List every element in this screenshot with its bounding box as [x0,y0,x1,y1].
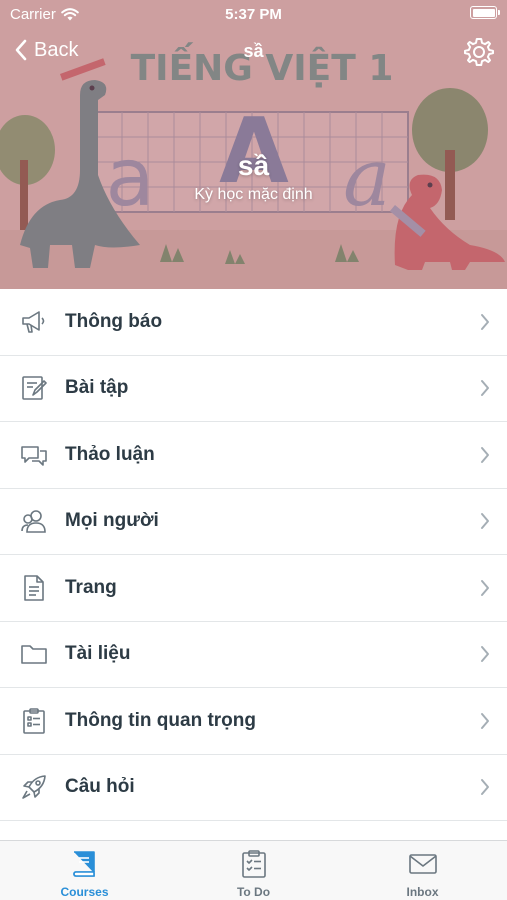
gear-icon[interactable] [463,36,495,68]
menu-item-label: Mọi người [65,510,159,532]
menu-item-label: Thông tin quan trọng [65,709,257,731]
chevron-left-icon [15,39,27,61]
menu-item-label: Thông báo [65,310,163,332]
menu-item-files[interactable]: Tài liệu [0,621,507,688]
menu-item-announcements[interactable]: Thông báo [0,289,507,356]
menu-item-people[interactable]: Mọi người [0,488,507,555]
chevron-right-icon [481,446,489,463]
page-icon [24,574,44,601]
menu-item-quizzes[interactable]: Câu hỏi [0,754,507,821]
chevron-right-icon [481,579,489,596]
status-bar: Carrier 5:37 PM [0,0,507,28]
todo-icon [241,850,266,878]
menu-item-syllabus[interactable]: Thông tin quan trọng [0,688,507,755]
tab-label: To Do [236,885,271,899]
chevron-right-icon [481,380,489,397]
menu-item-label: Bài tập [65,377,129,399]
course-name: sầ [237,150,270,181]
tab-label: Courses [60,885,109,899]
tab-courses[interactable]: Courses [0,841,169,900]
folder-icon [21,645,47,665]
tab-inbox[interactable]: Inbox [338,841,507,900]
back-label: Back [34,38,79,61]
course-term: Kỳ học mặc định [194,186,313,203]
battery-icon [470,6,500,19]
chevron-right-icon [481,646,489,663]
tab-bar: Courses To Do Inbox [0,840,507,900]
course-header: TIẾNG VIỆT 1 a A a Carrier 5:37 PM Back … [0,0,507,289]
menu-item-assignments[interactable]: Bài tập [0,355,507,422]
chevron-right-icon [481,313,489,330]
menu-item-pages[interactable]: Trang [0,555,507,622]
menu-item-label: Câu hỏi [65,776,135,798]
chevron-right-icon [481,779,489,796]
back-button[interactable]: Back [14,38,78,62]
chevron-right-icon [481,513,489,530]
menu-item-label: Trang [65,576,117,598]
courses-icon [72,851,95,877]
discussion-icon [21,445,47,466]
navigation-bar: Back sầ [0,28,507,76]
syllabus-icon [23,707,45,734]
menu-item-discussions[interactable]: Thảo luận [0,422,507,489]
tab-label: Inbox [406,885,439,899]
inbox-icon [408,854,437,874]
chevron-right-icon [481,712,489,729]
megaphone-icon [22,310,45,333]
assignment-icon [22,376,47,401]
tab-todo[interactable]: To Do [169,841,338,900]
course-navigation-list: Thông báo Bài tập Thảo luận Mọi người Tr… [0,289,507,821]
people-icon [21,510,46,534]
menu-item-label: Thảo luận [65,443,155,465]
menu-item-label: Tài liệu [65,643,131,665]
status-time: 5:37 PM [225,6,282,23]
rocket-icon [22,775,46,800]
